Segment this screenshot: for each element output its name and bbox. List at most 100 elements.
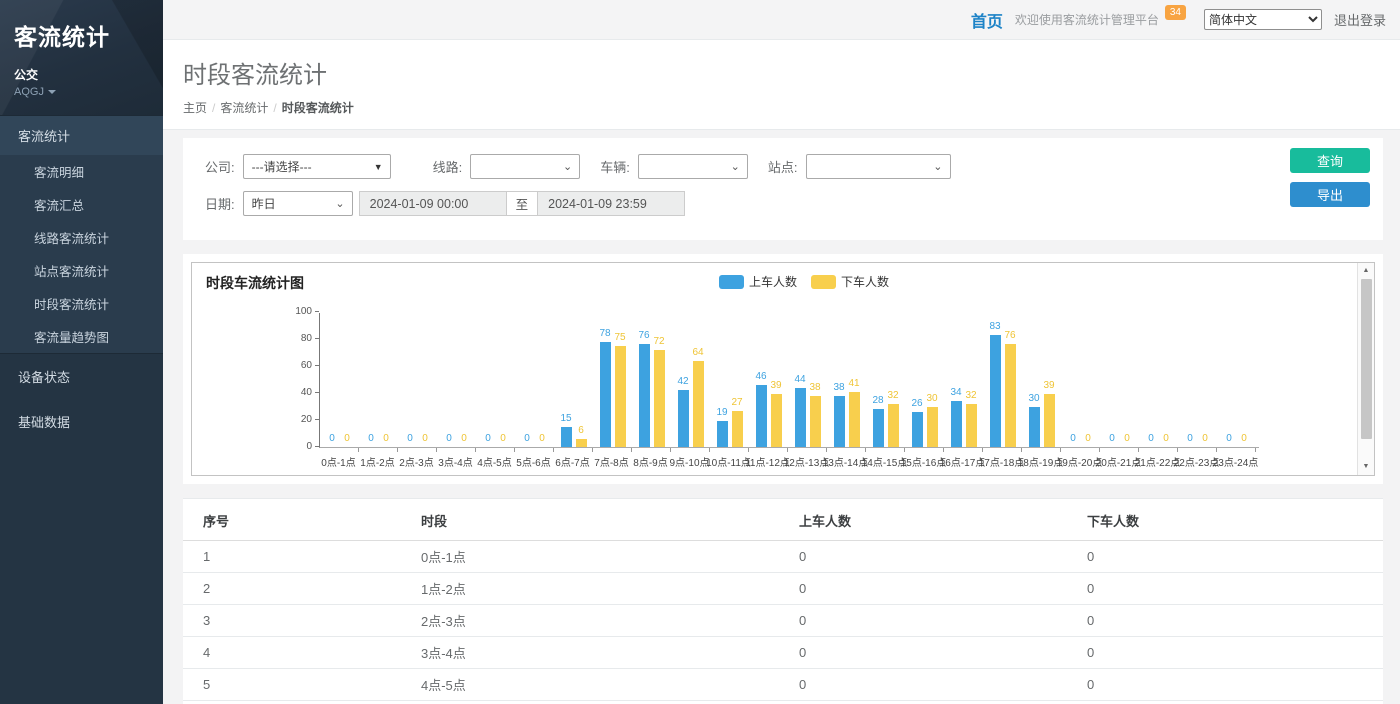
line-select[interactable]: ⌄ [470, 154, 580, 179]
date-preset-select[interactable]: 昨日⌄ [243, 191, 353, 216]
breadcrumb-home[interactable]: 主页 [183, 101, 207, 115]
chart-bar[interactable]: 28 [873, 409, 884, 447]
query-button[interactable]: 查询 [1290, 148, 1370, 173]
bar-value-label: 44 [794, 374, 805, 385]
table-cell: 3 [183, 605, 411, 637]
chart-bar[interactable]: 30 [1029, 407, 1040, 448]
logout-link[interactable]: 退出登录 [1334, 10, 1386, 29]
export-button[interactable]: 导出 [1290, 182, 1370, 207]
table-header-cell: 序号 [183, 499, 411, 541]
y-axis-tick-label: 40 [286, 387, 312, 398]
chart-bar[interactable]: 72 [654, 350, 665, 447]
scrollbar-thumb[interactable] [1361, 279, 1372, 439]
chart-bar[interactable]: 76 [639, 344, 650, 447]
legend-item[interactable]: 下车人数 [811, 273, 889, 290]
chart-bar-group: 00 [320, 313, 359, 447]
bar-value-label: 28 [872, 395, 883, 406]
chart-bar[interactable]: 27 [732, 411, 743, 447]
chart-bar[interactable]: 39 [771, 394, 782, 447]
sidebar-nav: 客流统计客流明细客流汇总线路客流统计站点客流统计时段客流统计客流量趋势图设备状态… [0, 115, 163, 444]
chart-bar[interactable]: 38 [834, 396, 845, 447]
y-axis-tick-label: 0 [286, 441, 312, 452]
x-axis-tick-label: 2点-3点 [397, 454, 436, 469]
chart-bar[interactable]: 44 [795, 388, 806, 447]
chevron-down-icon: ⌄ [335, 197, 344, 210]
y-axis-tick-label: 100 [286, 306, 312, 317]
chart-bar[interactable]: 75 [615, 346, 626, 447]
chart-bar[interactable]: 46 [756, 385, 767, 447]
y-axis-tick-mark [315, 446, 319, 447]
sidebar-item-7[interactable]: 客流量趋势图 [0, 320, 163, 353]
line-label: 线路: [433, 157, 463, 176]
sidebar-item-3[interactable]: 客流汇总 [0, 188, 163, 221]
x-axis-tick-label: 23点-24点 [1216, 454, 1255, 469]
scroll-down-icon[interactable]: ▼ [1363, 461, 1370, 473]
legend-item[interactable]: 上车人数 [719, 273, 797, 290]
chart-bar-group: 3432 [944, 313, 983, 447]
x-axis-tick-label: 5点-6点 [514, 454, 553, 469]
chart-bar-group: 00 [1100, 313, 1139, 447]
org-code-dropdown[interactable]: AQGJ [14, 86, 149, 98]
company-select[interactable]: ---请选择---▼ [243, 154, 391, 179]
chart-bar-group: 7672 [632, 313, 671, 447]
bar-value-label: 0 [1124, 433, 1130, 444]
x-axis-tick-label: 1点-2点 [358, 454, 397, 469]
sidebar-item-9[interactable]: 基础数据 [0, 399, 163, 444]
chart-bar[interactable]: 34 [951, 401, 962, 447]
table-cell: 0 [789, 637, 1077, 669]
filter-row-1: 公司: ---请选择---▼ 线路: ⌄ 车辆: ⌄ 站点: ⌄ [197, 154, 1369, 179]
sidebar-item-5[interactable]: 站点客流统计 [0, 254, 163, 287]
bar-value-label: 42 [677, 376, 688, 387]
chart-vertical-scrollbar[interactable]: ▲ ▼ [1357, 263, 1374, 475]
x-axis-tick-label: 14点-15点 [865, 454, 904, 469]
sidebar-item-1[interactable]: 客流统计 [0, 115, 163, 155]
filter-panel: 公司: ---请选择---▼ 线路: ⌄ 车辆: ⌄ 站点: ⌄ 日期: 昨日⌄… [183, 138, 1383, 240]
chart-bar[interactable]: 32 [966, 404, 977, 447]
chart-bar[interactable]: 83 [990, 335, 1001, 447]
scroll-up-icon[interactable]: ▲ [1363, 265, 1370, 277]
chart-bar[interactable]: 26 [912, 412, 923, 447]
date-from-input[interactable]: 2024-01-09 00:00 [359, 191, 507, 216]
language-select[interactable]: 简体中文 [1204, 9, 1322, 30]
chart-bar[interactable]: 30 [927, 407, 938, 448]
breadcrumb-parent[interactable]: 客流统计 [220, 101, 268, 115]
table-cell: 0 [789, 541, 1077, 573]
chart-bar[interactable]: 15 [561, 427, 572, 447]
chart-bar[interactable]: 32 [888, 404, 899, 447]
chart-bar[interactable]: 19 [717, 421, 728, 447]
station-select[interactable]: ⌄ [806, 154, 951, 179]
table-cell: 6 [183, 701, 411, 704]
app-root: 客流统计 公交 AQGJ 客流统计客流明细客流汇总线路客流统计站点客流统计时段客… [0, 0, 1400, 704]
chart-bar[interactable]: 78 [600, 342, 611, 447]
bar-value-label: 41 [848, 378, 859, 389]
chart-bar[interactable]: 42 [678, 390, 689, 447]
chart-bar[interactable]: 76 [1005, 344, 1016, 447]
date-to-input[interactable]: 2024-01-09 23:59 [537, 191, 685, 216]
vehicle-select[interactable]: ⌄ [638, 154, 748, 179]
sidebar: 客流统计 公交 AQGJ 客流统计客流明细客流汇总线路客流统计站点客流统计时段客… [0, 0, 163, 704]
bar-value-label: 0 [422, 433, 428, 444]
sidebar-item-2[interactable]: 客流明细 [0, 155, 163, 188]
chart-bar[interactable]: 6 [576, 439, 587, 447]
chart-bar[interactable]: 39 [1044, 394, 1055, 447]
chart-title: 时段车流统计图 [206, 273, 304, 293]
breadcrumb-current: 时段客流统计 [282, 101, 354, 115]
chart-x-axis-labels: 0点-1点1点-2点2点-3点3点-4点4点-5点5点-6点6点-7点7点-8点… [319, 454, 1259, 469]
bar-value-label: 0 [1187, 433, 1193, 444]
table-cell: 0 [789, 573, 1077, 605]
notification-badge[interactable]: 34 [1165, 5, 1186, 20]
table-cell: 0 [1077, 669, 1383, 701]
table-cell: 0 [1077, 573, 1383, 605]
chart-bar[interactable]: 38 [810, 396, 821, 447]
sidebar-item-8[interactable]: 设备状态 [0, 353, 163, 399]
sidebar-item-6[interactable]: 时段客流统计 [0, 287, 163, 320]
x-axis-tick-label: 18点-19点 [1021, 454, 1060, 469]
home-link[interactable]: 首页 [971, 8, 1003, 32]
bar-value-label: 26 [911, 398, 922, 409]
y-axis-tick-label: 80 [286, 333, 312, 344]
sidebar-item-4[interactable]: 线路客流统计 [0, 221, 163, 254]
chart-bar[interactable]: 41 [849, 392, 860, 447]
chart-bar[interactable]: 64 [693, 361, 704, 447]
bar-value-label: 0 [1148, 433, 1154, 444]
bar-value-label: 6 [578, 425, 584, 436]
